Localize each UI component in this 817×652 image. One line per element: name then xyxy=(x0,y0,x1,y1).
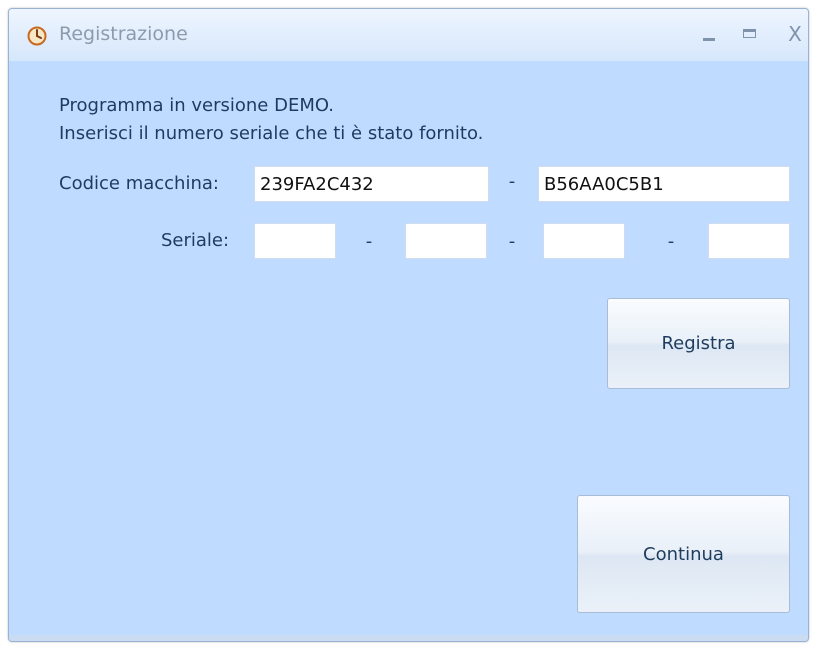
serial-separator-1: - xyxy=(365,231,373,252)
demo-message: Programma in versione DEMO. xyxy=(59,95,335,116)
window-title: Registrazione xyxy=(59,23,188,45)
machine-code-label: Codice macchina: xyxy=(59,173,219,194)
serial-part2-field[interactable] xyxy=(405,223,487,259)
serial-part3-field[interactable] xyxy=(543,223,625,259)
serial-part1-field[interactable] xyxy=(254,223,336,259)
machine-code-separator: - xyxy=(508,171,516,192)
serial-separator-3: - xyxy=(667,231,675,252)
serial-separator-2: - xyxy=(508,231,516,252)
title-bar[interactable]: Registrazione X xyxy=(9,9,808,61)
window-bottom-border xyxy=(9,635,808,641)
serial-part4-field[interactable] xyxy=(708,223,790,259)
instruction-message: Inserisci il numero seriale che ti è sta… xyxy=(59,123,484,144)
machine-code-part1-field[interactable] xyxy=(254,166,489,202)
maximize-icon[interactable] xyxy=(737,21,765,47)
close-icon[interactable]: X xyxy=(781,21,808,47)
machine-code-part2-field[interactable] xyxy=(538,166,790,202)
registration-window: Registrazione X Programma in versione DE… xyxy=(8,8,809,642)
minimize-icon[interactable] xyxy=(695,21,723,47)
serial-label: Seriale: xyxy=(161,230,230,251)
register-button[interactable]: Registra xyxy=(607,298,790,389)
continue-button[interactable]: Continua xyxy=(577,495,790,613)
clock-icon xyxy=(27,26,47,46)
